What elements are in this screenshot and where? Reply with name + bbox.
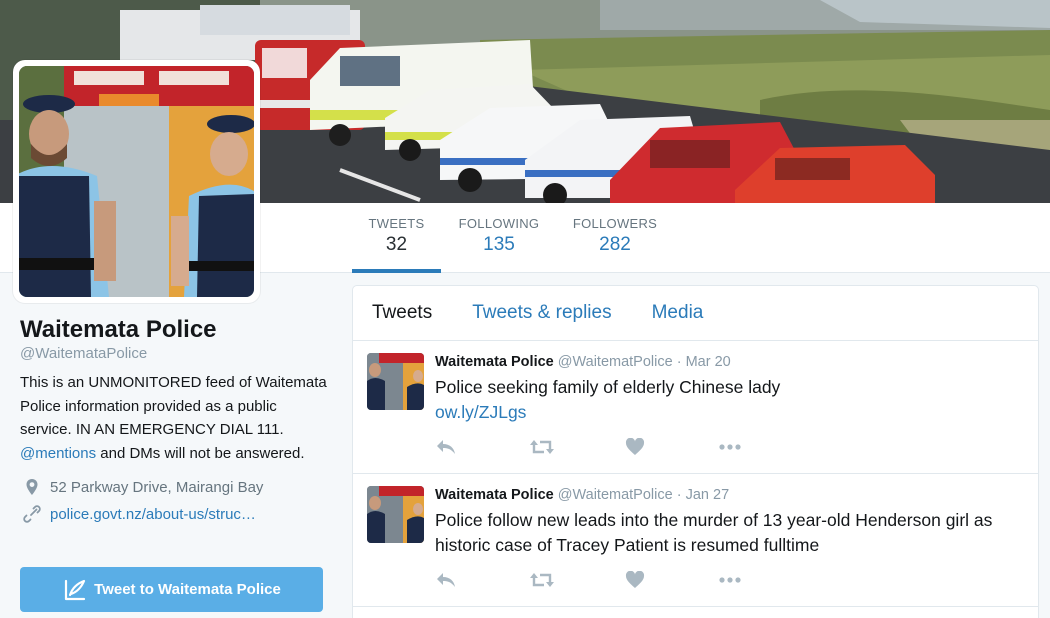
tweet-separator: · [676, 487, 682, 503]
tweet-to-label: Tweet to Waitemata Police [94, 581, 281, 598]
profile-name[interactable]: Waitemata Police [20, 316, 330, 344]
profile-handle[interactable]: @WaitemataPolice [20, 345, 330, 362]
stat-following-label: FOLLOWING [458, 216, 540, 231]
tab-media[interactable]: Media [652, 302, 704, 324]
location-text: 52 Parkway Drive, Mairangi Bay [50, 478, 264, 496]
tweet-text: Police seeking family of elderly Chinese… [435, 375, 1025, 425]
tweet-author-name[interactable]: Waitemata Police [435, 487, 554, 503]
heart-icon[interactable] [625, 438, 647, 456]
tweet-text: Police follow new leads into the murder … [435, 508, 1025, 558]
tweet-separator: · [676, 354, 682, 370]
tweet-avatar[interactable] [367, 353, 424, 410]
website-link[interactable]: police.govt.nz/about-us/struc… [50, 506, 256, 523]
tweet-date[interactable]: Jan 27 [686, 487, 730, 503]
heart-icon[interactable] [625, 571, 647, 589]
mentions-link[interactable]: @mentions [20, 445, 96, 462]
tweet-body: Police seeking family of elderly Chinese… [435, 377, 781, 397]
avatar-photo [19, 66, 254, 297]
tweet-item[interactable]: Waitemata Police @WaitematPolice · Jan 2… [353, 474, 1038, 607]
tab-tweets[interactable]: Tweets [372, 302, 432, 324]
more-icon[interactable] [718, 571, 741, 589]
tweet-author-handle[interactable]: @WaitematPolice [558, 487, 673, 503]
stat-tweets[interactable]: TWEETS 32 [352, 216, 441, 273]
bio-text: This is an UNMONITORED feed of Waitemata… [20, 374, 327, 438]
tweet-header: Waitemata Police @WaitematPolice · Jan 2… [435, 486, 729, 504]
stat-following-count: 135 [483, 234, 515, 255]
tweet-date[interactable]: Mar 20 [686, 354, 731, 370]
link-icon [23, 505, 41, 523]
stat-following[interactable]: FOLLOWING 135 [456, 216, 542, 273]
retweet-icon[interactable] [530, 571, 554, 589]
reply-icon[interactable] [435, 571, 457, 589]
map-pin-icon [23, 478, 41, 496]
profile-location: 52 Parkway Drive, Mairangi Bay [20, 476, 330, 498]
tab-tweets-replies[interactable]: Tweets & replies [472, 302, 611, 324]
reply-icon[interactable] [435, 438, 457, 456]
stat-tweets-label: TWEETS [368, 216, 425, 231]
bio-text-end: and DMs will not be answered. [100, 444, 305, 462]
stat-followers-count: 282 [599, 234, 631, 255]
profile-avatar[interactable] [13, 60, 260, 303]
tweet-author-handle[interactable]: @WaitematPolice [558, 354, 673, 370]
tweet-avatar[interactable] [367, 486, 424, 543]
timeline: Tweets Tweets & replies Media Waitemata … [352, 285, 1039, 618]
tweet-link[interactable]: ow.ly/ZJLgs [435, 402, 526, 422]
timeline-tabs: Tweets Tweets & replies Media [353, 286, 1038, 341]
tweet-item[interactable]: Waitemata Police @WaitematPolice · Mar 2… [353, 341, 1038, 474]
tweet-body: Police follow new leads into the murder … [435, 510, 993, 555]
tweet-header: Waitemata Police @WaitematPolice · Mar 2… [435, 353, 731, 371]
tweet-to-button[interactable]: Tweet to Waitemata Police [20, 567, 323, 612]
profile-card: Waitemata Police @WaitemataPolice This i… [20, 316, 330, 525]
retweet-icon[interactable] [530, 438, 554, 456]
stat-tweets-count: 32 [385, 234, 408, 255]
profile-website: police.govt.nz/about-us/struc… [20, 503, 330, 525]
profile-bio: This is an UNMONITORED feed of Waitemata… [20, 371, 330, 465]
tweet-author-name[interactable]: Waitemata Police [435, 354, 554, 370]
more-icon[interactable] [718, 438, 741, 456]
stat-followers-label: FOLLOWERS [572, 216, 658, 231]
quill-icon [62, 577, 88, 603]
stat-followers[interactable]: FOLLOWERS 282 [570, 216, 660, 273]
